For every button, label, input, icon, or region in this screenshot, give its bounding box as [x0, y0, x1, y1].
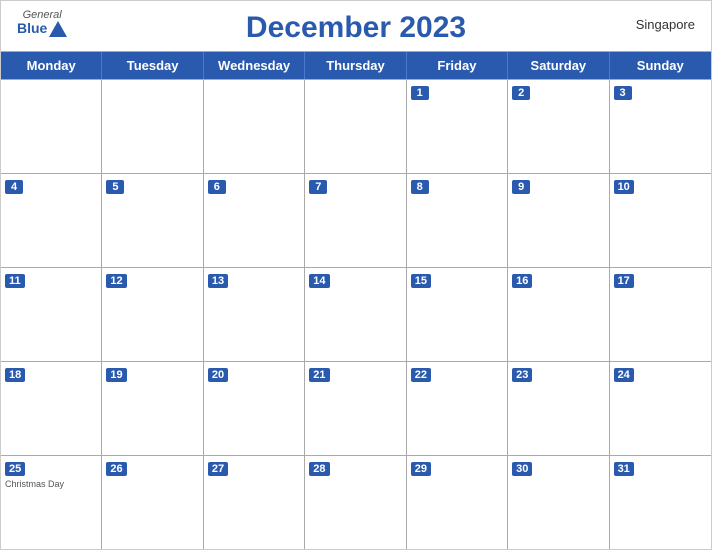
day-cell: 11: [1, 268, 102, 361]
day-header-tuesday: Tuesday: [102, 52, 203, 79]
day-cell: 25 Christmas Day: [1, 456, 102, 549]
day-cell: 16: [508, 268, 609, 361]
week-row-4: 18 19 20 21 22 23 24: [1, 361, 711, 455]
day-cell: [305, 80, 406, 173]
day-cell: 6: [204, 174, 305, 267]
day-number: 8: [411, 180, 429, 194]
day-cell: 17: [610, 268, 711, 361]
day-number: 7: [309, 180, 327, 194]
week-row-2: 4 5 6 7 8 9 10: [1, 173, 711, 267]
day-cell: 31: [610, 456, 711, 549]
day-cell: 28: [305, 456, 406, 549]
day-header-saturday: Saturday: [508, 52, 609, 79]
day-cell: 24: [610, 362, 711, 455]
day-number: 4: [5, 180, 23, 194]
logo-blue: Blue: [17, 21, 47, 36]
day-headers-row: MondayTuesdayWednesdayThursdayFridaySatu…: [1, 52, 711, 79]
week-row-1: 1 2 3: [1, 79, 711, 173]
day-number: 3: [614, 86, 632, 100]
day-header-thursday: Thursday: [305, 52, 406, 79]
day-number: 24: [614, 368, 634, 382]
day-cell: [1, 80, 102, 173]
day-header-monday: Monday: [1, 52, 102, 79]
day-number: 6: [208, 180, 226, 194]
day-number: 20: [208, 368, 228, 382]
day-cell: 10: [610, 174, 711, 267]
day-cell: 12: [102, 268, 203, 361]
day-cell: 29: [407, 456, 508, 549]
calendar-grid: MondayTuesdayWednesdayThursdayFridaySatu…: [1, 51, 711, 549]
day-number: 18: [5, 368, 25, 382]
day-number: 29: [411, 462, 431, 476]
day-number: 13: [208, 274, 228, 288]
day-cell: 9: [508, 174, 609, 267]
day-cell: 14: [305, 268, 406, 361]
country-label: Singapore: [636, 17, 695, 32]
day-number: 27: [208, 462, 228, 476]
day-cell: 7: [305, 174, 406, 267]
calendar-title: December 2023: [246, 11, 466, 45]
day-number: 5: [106, 180, 124, 194]
weeks-container: 1234567891011121314151617181920212223242…: [1, 79, 711, 549]
day-cell: 22: [407, 362, 508, 455]
week-row-5: 25 Christmas Day 26 27 28 29 30 31: [1, 455, 711, 549]
day-number: 22: [411, 368, 431, 382]
week-row-3: 11 12 13 14 15 16 17: [1, 267, 711, 361]
day-cell: 1: [407, 80, 508, 173]
day-cell: 4: [1, 174, 102, 267]
day-cell: 26: [102, 456, 203, 549]
day-number: 15: [411, 274, 431, 288]
day-header-wednesday: Wednesday: [204, 52, 305, 79]
day-header-friday: Friday: [407, 52, 508, 79]
day-cell: [102, 80, 203, 173]
day-cell: 3: [610, 80, 711, 173]
day-number: 21: [309, 368, 329, 382]
day-cell: 19: [102, 362, 203, 455]
day-number: 28: [309, 462, 329, 476]
day-number: 1: [411, 86, 429, 100]
day-cell: 18: [1, 362, 102, 455]
day-number: 31: [614, 462, 634, 476]
day-number: 10: [614, 180, 634, 194]
logo-icon: [49, 21, 67, 37]
day-number: 19: [106, 368, 126, 382]
day-cell: 23: [508, 362, 609, 455]
day-cell: 2: [508, 80, 609, 173]
day-number: 14: [309, 274, 329, 288]
day-number: 9: [512, 180, 530, 194]
calendar-header: General Blue December 2023 Singapore: [1, 1, 711, 51]
day-cell: 20: [204, 362, 305, 455]
day-number: 2: [512, 86, 530, 100]
day-cell: 30: [508, 456, 609, 549]
day-cell: 21: [305, 362, 406, 455]
holiday-label: Christmas Day: [5, 479, 97, 490]
calendar-container: General Blue December 2023 Singapore Mon…: [0, 0, 712, 550]
day-number: 30: [512, 462, 532, 476]
day-number: 26: [106, 462, 126, 476]
day-cell: 13: [204, 268, 305, 361]
day-number: 17: [614, 274, 634, 288]
day-header-sunday: Sunday: [610, 52, 711, 79]
day-cell: 27: [204, 456, 305, 549]
day-number: 11: [5, 274, 25, 288]
day-number: 23: [512, 368, 532, 382]
day-number: 12: [106, 274, 126, 288]
logo: General Blue: [17, 9, 67, 37]
day-cell: [204, 80, 305, 173]
day-number: 25: [5, 462, 25, 476]
day-cell: 5: [102, 174, 203, 267]
day-number: 16: [512, 274, 532, 288]
day-cell: 8: [407, 174, 508, 267]
day-cell: 15: [407, 268, 508, 361]
logo-general: General: [23, 9, 62, 21]
